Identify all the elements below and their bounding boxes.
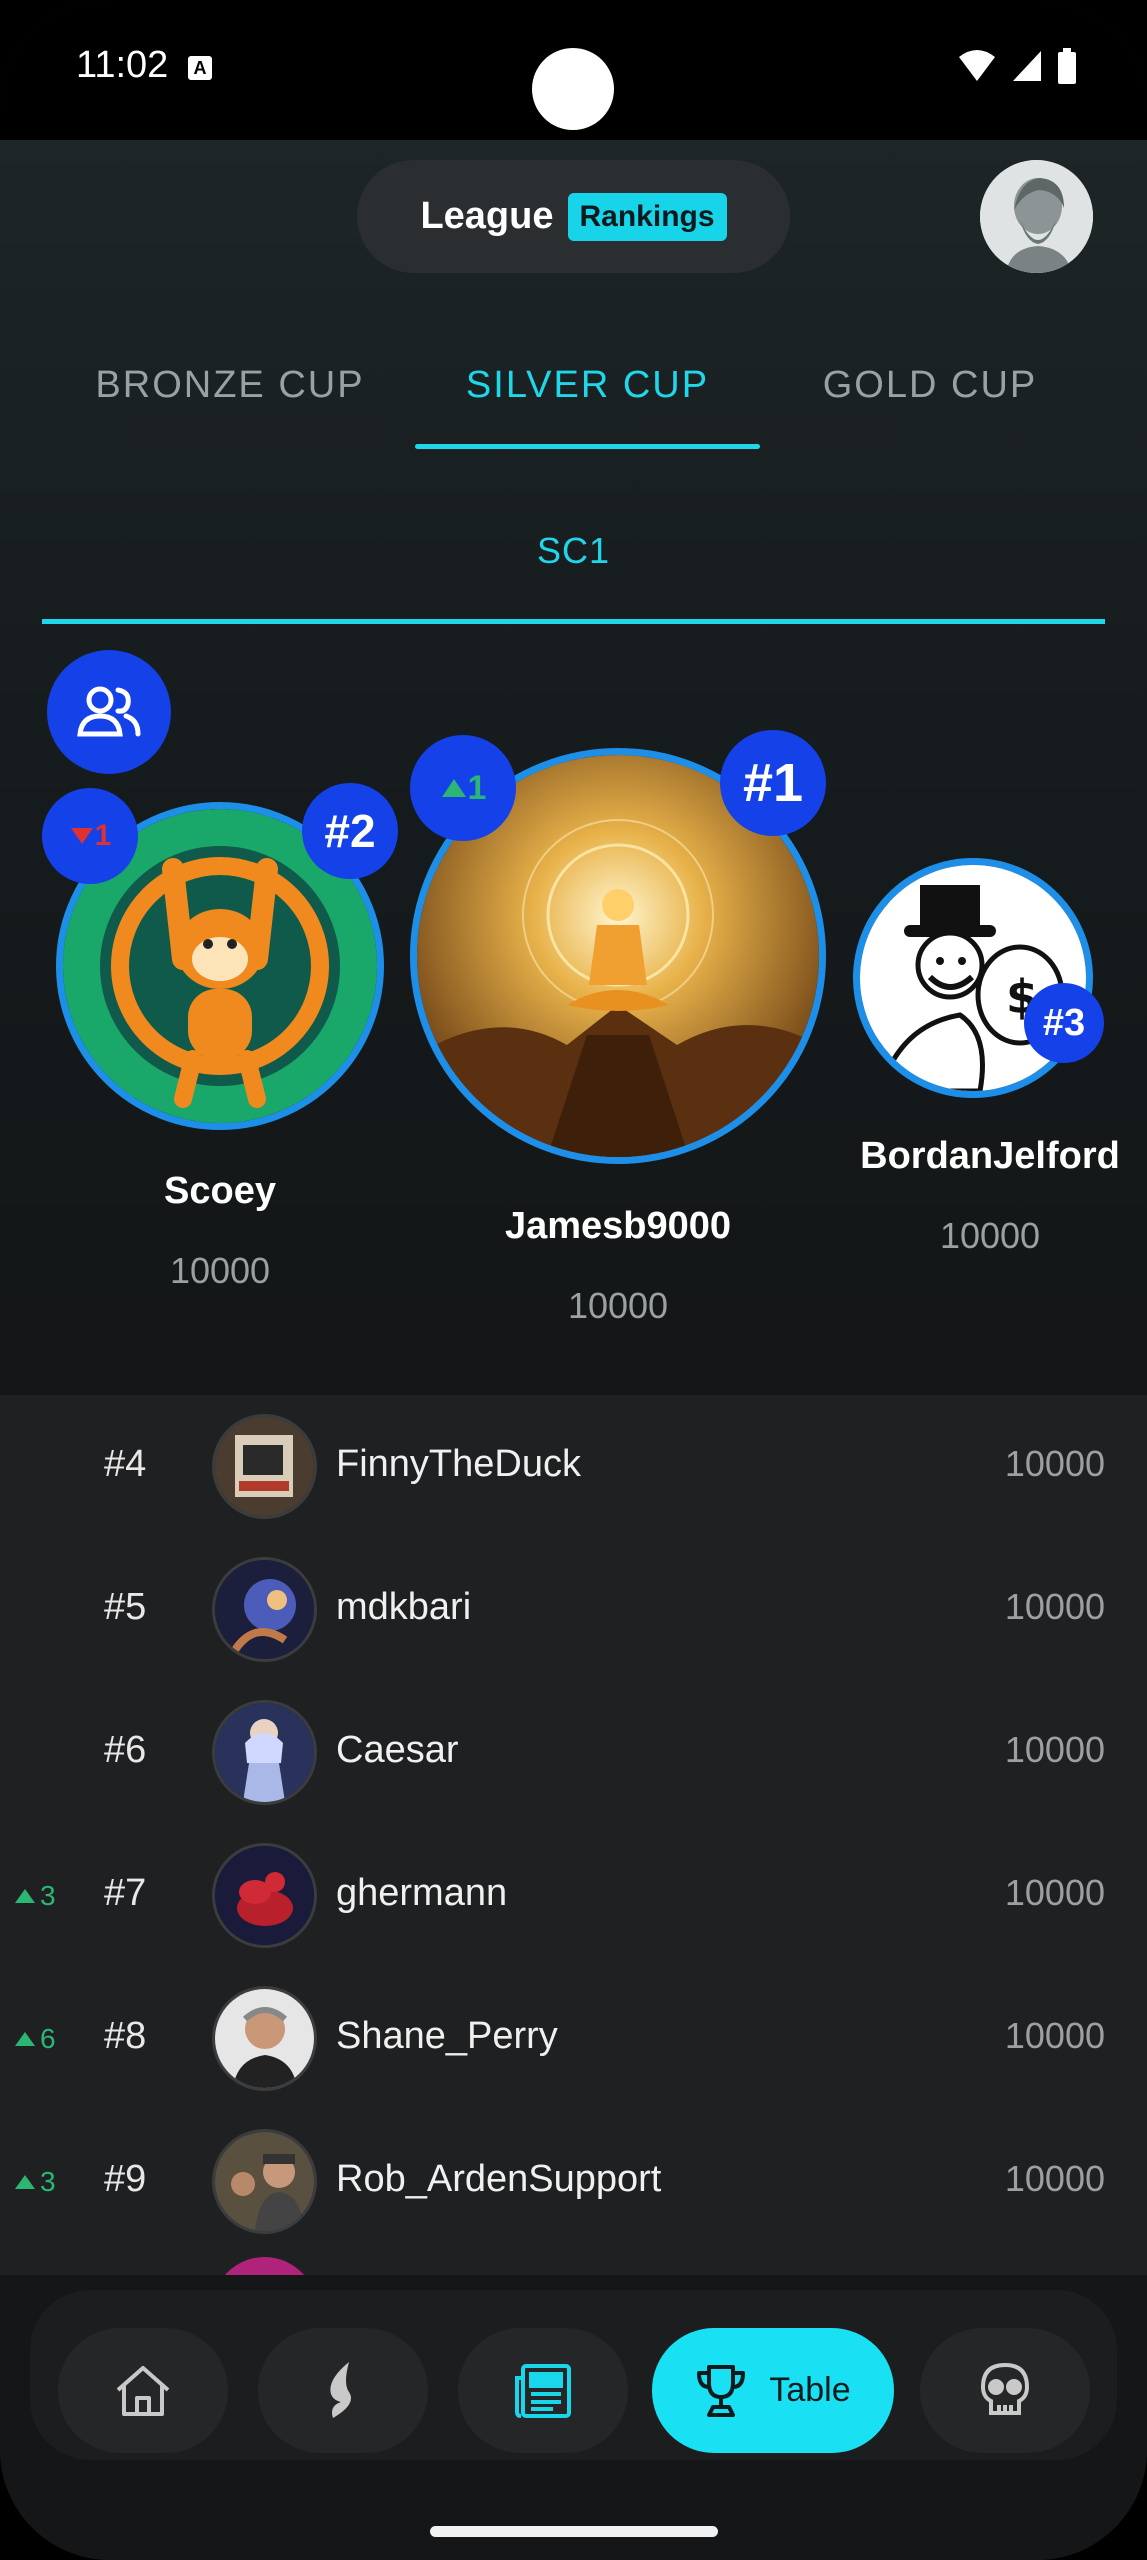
active-tab-indicator [415, 444, 760, 449]
podium-name-3: BordanJelford [860, 1135, 1120, 1177]
wifi-icon [959, 50, 995, 81]
ranking-row[interactable]: 3 #9 Rob_ArdenSupport 10000 [0, 2110, 1147, 2253]
phone-screen: 11:02 A League Rankings BRONZE CUP SILVE… [0, 0, 1147, 2560]
row-avatar [212, 1414, 317, 1519]
header-badge: Rankings [567, 192, 727, 241]
movement-value: 1 [467, 768, 487, 807]
notification-icon: A [188, 56, 212, 80]
row-score: 10000 [1004, 1443, 1105, 1484]
nav-news-button[interactable] [458, 2328, 628, 2453]
row-avatar [212, 1986, 317, 2091]
status-time: 11:02 [76, 44, 169, 86]
profile-avatar[interactable] [980, 160, 1093, 273]
row-score: 10000 [1004, 1586, 1105, 1627]
row-name: ghermann [336, 1872, 508, 1914]
row-movement-up: 6 [14, 2023, 56, 2055]
podium-score-3: 10000 [939, 1215, 1041, 1256]
trophy-icon [697, 2364, 746, 2417]
status-bar: 11:02 A [0, 0, 1147, 140]
row-avatar [212, 1700, 317, 1805]
users-icon [77, 686, 141, 737]
row-avatar [212, 1557, 317, 1662]
signal-icon [1013, 51, 1041, 81]
row-name: Rob_ArdenSupport [336, 2158, 662, 2200]
group-members-button[interactable] [47, 650, 171, 774]
row-score: 10000 [1004, 2158, 1105, 2199]
row-score: 10000 [1004, 1872, 1105, 1913]
rankings-list: #4 FinnyTheDuck 10000 #5 mdkbari 10000 #… [0, 1395, 1147, 2275]
row-name: mdkbari [336, 1586, 472, 1628]
nav-table-label: Table [769, 2371, 851, 2409]
nav-skull-button[interactable] [920, 2328, 1090, 2453]
flame-icon [330, 2361, 351, 2418]
nav-bar: Table [30, 2290, 1117, 2460]
arrow-up-icon [15, 1889, 35, 1903]
nav-table-button[interactable]: Table [652, 2328, 894, 2453]
row-avatar [212, 1843, 317, 1948]
row-score: 10000 [1004, 1729, 1105, 1770]
ranking-row[interactable]: 3 #7 ghermann 10000 [0, 1824, 1147, 1967]
arrow-up-icon [15, 2175, 35, 2189]
home-icon [116, 2365, 170, 2416]
rankings-header-area: League Rankings BRONZE CUP SILVER CUP GO… [0, 140, 1147, 1395]
movement-badge-down: 1 [42, 788, 138, 884]
row-avatar [212, 2129, 317, 2234]
podium-name-2: Scoey [164, 1170, 276, 1212]
rank-badge-1: #1 [720, 730, 826, 836]
home-indicator[interactable] [430, 2526, 718, 2537]
row-rank: #8 [104, 2015, 147, 2057]
battery-icon [1058, 48, 1076, 84]
row-score: 10000 [1004, 2015, 1105, 2056]
movement-value: 1 [94, 819, 112, 852]
nav-flame-button[interactable] [258, 2328, 428, 2453]
tab-bronze-cup[interactable]: BRONZE CUP [70, 360, 390, 460]
header-title: League [420, 195, 554, 237]
ranking-row[interactable]: #4 FinnyTheDuck 10000 [0, 1395, 1147, 1538]
row-movement-up: 3 [14, 1880, 56, 1912]
movement-badge-up: 1 [410, 735, 516, 841]
ranking-row[interactable]: 6 #8 Shane_Perry 10000 [0, 1967, 1147, 2110]
statue-bust-image [980, 160, 1093, 273]
row-avatar-partial [212, 2257, 317, 2275]
rank-badge-3: #3 [1024, 983, 1104, 1063]
row-movement-up: 3 [14, 2166, 56, 2198]
row-name: Shane_Perry [336, 2015, 558, 2057]
row-rank: #4 [104, 1443, 147, 1485]
row-rank: #5 [104, 1586, 147, 1628]
arrow-up-icon [15, 2032, 35, 2046]
ranking-row[interactable]: #5 mdkbari 10000 [0, 1538, 1147, 1681]
row-rank: #6 [104, 1729, 147, 1771]
status-icons [957, 48, 1077, 84]
bottom-navigation: Table [0, 2275, 1147, 2560]
podium-score-1: 10000 [567, 1285, 669, 1326]
podium-name-1: Jamesb9000 [504, 1205, 732, 1247]
tab-gold-cup[interactable]: GOLD CUP [790, 360, 1070, 460]
podium-score-2: 10000 [169, 1250, 271, 1291]
arrow-down-icon [70, 828, 93, 844]
row-movement: 6 [40, 2023, 56, 2054]
nav-home-button[interactable] [58, 2328, 228, 2453]
row-rank: #7 [104, 1872, 147, 1914]
tab-sc1[interactable]: SC1 [0, 530, 1147, 572]
row-name: FinnyTheDuck [336, 1443, 581, 1485]
league-tab-indicator [42, 619, 1105, 624]
ranking-row[interactable]: #6 Caesar 10000 [0, 1681, 1147, 1824]
rank-badge-2: #2 [302, 783, 398, 879]
skull-icon [980, 2362, 1030, 2415]
row-name: Caesar [336, 1729, 459, 1771]
arrow-up-icon [441, 779, 466, 797]
row-rank: #9 [104, 2158, 147, 2200]
news-icon [515, 2363, 571, 2418]
league-rankings-header: League Rankings [357, 160, 790, 273]
row-movement: 3 [40, 1880, 56, 1911]
row-movement: 3 [40, 2166, 56, 2197]
camera-cutout [532, 48, 614, 130]
